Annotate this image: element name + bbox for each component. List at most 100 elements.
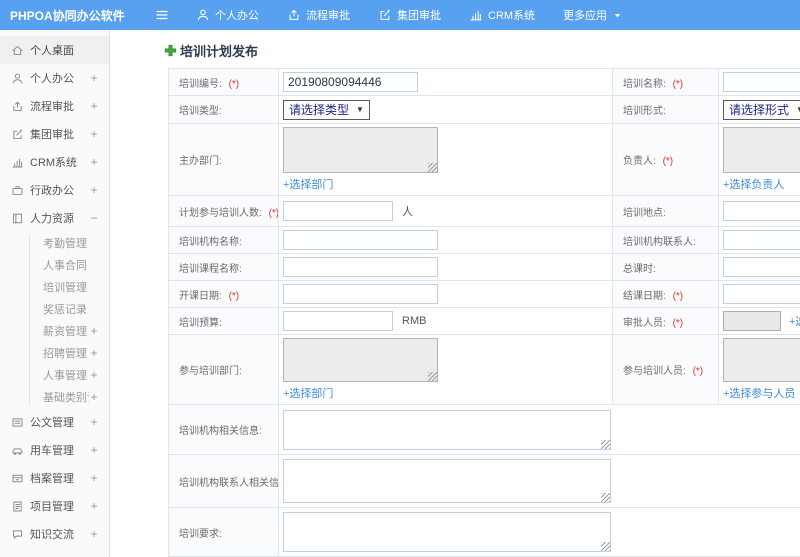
training-form-select[interactable]: 请选择形式 ▼	[723, 99, 800, 120]
training-form-label: 培训形式:	[612, 95, 719, 124]
sidebar-item-vehicle-management[interactable]: 用车管理 +	[0, 436, 109, 464]
plus-icon	[164, 44, 177, 57]
nav-more-apps[interactable]: 更多应用	[563, 7, 622, 23]
participating-personnel-label: 参与培训人员: (*)	[612, 334, 719, 405]
top-bar: PHPOA协同办公软件 个人办公 流程审批 集团审批 CRM系统 更多应用	[0, 0, 800, 30]
course-name-input[interactable]	[283, 257, 438, 277]
sidebar-subitem-salary-management[interactable]: 薪资管理 +	[0, 320, 109, 342]
sidebar-subitem-label: 奖惩记录	[43, 304, 87, 316]
planned-participants-input[interactable]	[283, 201, 393, 221]
approver-link[interactable]: +选择审批人员	[789, 316, 800, 328]
participating-personnel-link[interactable]: +选择参与人员	[723, 385, 795, 401]
institution-related-info-textarea[interactable]	[283, 409, 611, 450]
expand-plus-icon: +	[90, 390, 98, 404]
expand-plus-icon: +	[90, 415, 98, 429]
host-department-label: 主办部门:	[168, 123, 279, 196]
sidebar-item-personal-desktop[interactable]: 个人桌面	[0, 36, 109, 64]
expand-plus-icon: +	[90, 324, 98, 338]
sidebar-item-project-management[interactable]: 项目管理 +	[0, 492, 109, 520]
form-row: 培训机构联系人相关信息:	[168, 454, 800, 508]
participating-personnel-field-cell: +选择参与人员	[718, 334, 800, 405]
institution-contact-input[interactable]	[723, 230, 800, 250]
training-budget-input[interactable]	[283, 311, 393, 331]
nav-crm-system[interactable]: CRM系统	[469, 7, 535, 23]
hamburger-icon[interactable]	[152, 5, 172, 25]
training-budget-field-cell: RMB	[278, 307, 613, 335]
institution-contact-label: 培训机构联系人:	[612, 226, 719, 254]
form-row: 培训编号: (*) 培训名称: (*)	[168, 68, 800, 96]
person-in-charge-link[interactable]: +选择负责人	[723, 176, 784, 192]
expand-plus-icon: +	[90, 127, 98, 141]
sidebar-submenu-human-resources: 考勤管理人事合同培训管理奖惩记录薪资管理+招聘管理+人事管理+基础类别设置+	[0, 232, 109, 408]
training-name-input[interactable]	[723, 72, 800, 92]
form-row: 培训预算: RMB 审批人员: (*) +选择审批人员	[168, 307, 800, 335]
institution-name-input[interactable]	[283, 230, 438, 250]
participating-personnel-textarea[interactable]	[723, 338, 800, 382]
form-row: 培训要求:	[168, 507, 800, 557]
sidebar-subitem-training-management[interactable]: 培训管理	[0, 276, 109, 298]
nav-label: CRM系统	[488, 10, 536, 22]
planned-participants-field-cell: 人	[278, 195, 613, 227]
sidebar-item-admin-office[interactable]: 行政办公 +	[0, 176, 109, 204]
participating-departments-field-cell: +选择部门	[278, 334, 613, 405]
approver-label: 审批人员: (*)	[612, 307, 719, 335]
institution-contact-related-info-textarea[interactable]	[283, 459, 611, 503]
sidebar-item-human-resources[interactable]: 人力资源 −	[0, 204, 109, 232]
sidebar-subitem-hr-contracts[interactable]: 人事合同	[0, 254, 109, 276]
expand-plus-icon: +	[90, 527, 98, 541]
sidebar-item-label: 个人办公	[30, 73, 74, 85]
nav-label: 流程审批	[306, 10, 350, 22]
planned-participants-unit: 人	[402, 206, 413, 218]
start-date-input[interactable]	[283, 284, 438, 304]
sidebar-subitem-reward-punishment-records[interactable]: 奖惩记录	[0, 298, 109, 320]
nav-workflow-approval[interactable]: 流程审批	[287, 7, 350, 23]
participating-departments-link[interactable]: +选择部门	[283, 385, 333, 401]
sidebar-item-knowledge-exchange[interactable]: 知识交流 +	[0, 520, 109, 548]
sidebar-subitem-recruitment-management[interactable]: 招聘管理 +	[0, 342, 109, 364]
chart-icon	[11, 156, 24, 169]
end-date-input[interactable]	[723, 284, 800, 304]
expand-plus-icon: +	[90, 368, 98, 382]
form-row: 培训机构相关信息:	[168, 404, 800, 455]
nav-group-approval[interactable]: 集团审批	[378, 7, 441, 23]
person-in-charge-textarea[interactable]	[723, 127, 800, 173]
training-form-select-value: 请选择形式	[729, 103, 790, 117]
sidebar-subitem-label: 培训管理	[43, 282, 87, 294]
total-class-hours-input[interactable]	[723, 257, 800, 277]
sidebar-item-document-management[interactable]: 公文管理 +	[0, 408, 109, 436]
training-no-input[interactable]	[283, 72, 418, 92]
course-name-field-cell	[278, 253, 613, 281]
required-marker: (*)	[268, 207, 279, 219]
sidebar-item-crm-system[interactable]: CRM系统 +	[0, 148, 109, 176]
participating-departments-textarea[interactable]	[283, 338, 438, 382]
sidebar-subitem-label: 招聘管理	[43, 348, 87, 360]
training-type-select[interactable]: 请选择类型 ▼	[283, 99, 370, 120]
nav-personal-office[interactable]: 个人办公	[196, 7, 259, 23]
sidebar-item-label: 集团审批	[30, 129, 74, 141]
sidebar-item-label: 个人桌面	[30, 45, 74, 57]
sidebar-item-archive-management[interactable]: 档案管理 +	[0, 464, 109, 492]
project-icon	[11, 500, 24, 513]
form-row: 培训机构名称: 培训机构联系人:	[168, 226, 800, 254]
sidebar-item-workflow-approval[interactable]: 流程审批 +	[0, 92, 109, 120]
edit-icon	[378, 8, 392, 22]
host-department-textarea[interactable]	[283, 127, 438, 173]
book-icon	[11, 212, 24, 225]
sidebar-item-group-approval[interactable]: 集团审批 +	[0, 120, 109, 148]
training-budget-label: 培训预算:	[168, 307, 279, 335]
start-date-label: 开课日期: (*)	[168, 280, 279, 308]
caret-down-icon	[613, 11, 622, 20]
training-requirements-field-cell	[278, 507, 800, 557]
approver-input[interactable]	[723, 311, 781, 331]
document-icon	[11, 416, 24, 429]
briefcase-icon	[11, 184, 24, 197]
host-department-link[interactable]: +选择部门	[283, 176, 333, 192]
sidebar-item-personal-office[interactable]: 个人办公 +	[0, 64, 109, 92]
training-requirements-textarea[interactable]	[283, 512, 611, 552]
training-location-label: 培训地点:	[612, 195, 719, 227]
sidebar-subitem-attendance-management[interactable]: 考勤管理	[0, 232, 109, 254]
institution-related-info-field-cell	[278, 404, 800, 455]
training-location-input[interactable]	[723, 201, 800, 221]
sidebar-subitem-base-category-settings[interactable]: 基础类别设置+	[0, 386, 109, 408]
sidebar-subitem-personnel-management[interactable]: 人事管理 +	[0, 364, 109, 386]
